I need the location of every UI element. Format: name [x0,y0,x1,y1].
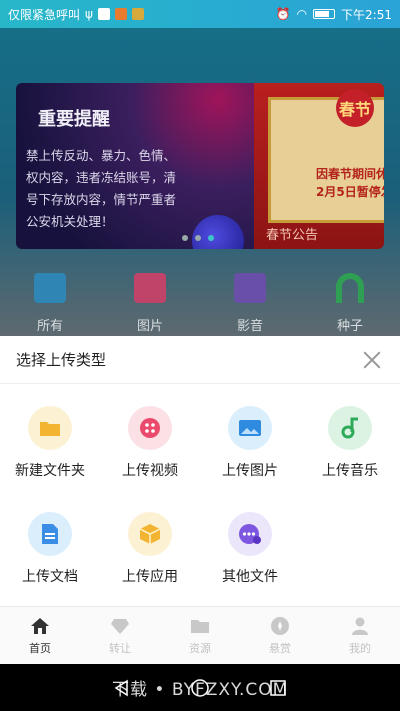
nav-transfer[interactable]: 转让 [80,607,160,664]
banner-title: 重要提醒 [38,109,110,130]
carousel-dot[interactable] [182,235,188,241]
home-circle-icon[interactable] [190,678,210,698]
status-left: 仅限紧急呼叫 ψ [8,6,144,23]
category-all[interactable]: 所有 [0,273,100,339]
user-icon [352,617,368,635]
carousel-dots [182,235,214,241]
carrier-text: 仅限紧急呼叫 [8,7,81,22]
announcement-banner[interactable]: 重要提醒 禁上传反动、暴力、色情、 权内容，违者冻结账号，清 号下存放内容，情节… [16,83,384,249]
play-icon [114,8,127,20]
banner-line: 权内容，违者冻结账号，清 [26,170,177,185]
reward-icon [271,616,289,635]
back-icon[interactable] [112,678,132,698]
category-images[interactable]: 图片 [100,273,200,339]
option-label: 其他文件 [222,569,278,585]
banner-line: 禁上传反动、暴力、色情、 [26,148,177,163]
system-nav-bar [0,664,400,711]
nav-label: 悬赏 [269,641,291,655]
upload-options-grid: 新建文件夹 上传视频 上传图片 上传音乐 上传文档 上传应用 其他文件 [0,384,400,618]
upload-app-option[interactable]: 上传应用 [100,512,200,618]
festival-badge: 春节 [336,89,374,127]
status-bar: 仅限紧急呼叫 ψ ⏰ ◠ 下午2:51 [0,0,400,28]
app-background: 重要提醒 禁上传反动、暴力、色情、 权内容，违者冻结账号，清 号下存放内容，情节… [0,28,400,336]
sheet-header: 选择上传类型 [0,336,400,384]
usb-icon: ψ [85,7,93,21]
nav-label: 转让 [109,641,131,655]
nav-resources[interactable]: 资源 [160,607,240,664]
battery-icon [313,9,336,19]
bottom-nav: 首页 转让 资源 悬赏 我的 [0,606,400,664]
home-icon [31,617,49,634]
option-label: 上传文档 [22,569,78,585]
category-label: 影音 [236,319,263,334]
upload-music-option[interactable]: 上传音乐 [300,406,400,512]
category-label: 所有 [36,319,63,334]
folder-icon [28,406,72,450]
category-media[interactable]: 影音 [200,273,300,339]
nav-reward[interactable]: 悬赏 [240,607,320,664]
banner-caption: 春节公告 [266,228,319,243]
alarm-icon: ⏰ [275,7,291,21]
banner-line: 号下存放内容，情节严重者 [26,192,177,207]
upload-image-option[interactable]: 上传图片 [200,406,300,512]
category-torrent[interactable]: 种子 [300,273,400,339]
category-label: 图片 [136,319,163,334]
diamond-icon [111,618,129,634]
notice-line: 因春节期间休 [316,167,384,181]
carousel-dot-active[interactable] [208,235,214,241]
torrent-icon [336,273,364,303]
option-label: 上传图片 [222,463,278,479]
option-label: 新建文件夹 [15,463,85,479]
status-right: ⏰ ◠ 下午2:51 [276,6,392,23]
folder-icon [191,619,209,633]
option-label: 上传视频 [122,463,178,479]
carousel-dot[interactable] [195,235,201,241]
option-label: 上传音乐 [322,463,378,479]
upload-document-option[interactable]: 上传文档 [0,512,100,618]
notification-icon [97,8,110,20]
app-box-icon [128,512,172,556]
option-label: 上传应用 [122,569,178,585]
upload-video-option[interactable]: 上传视频 [100,406,200,512]
recents-icon[interactable] [268,678,288,698]
sheet-title: 选择上传类型 [16,351,107,369]
new-folder-option[interactable]: 新建文件夹 [0,406,100,512]
nav-home[interactable]: 首页 [0,607,80,664]
close-icon[interactable] [360,348,384,372]
other-file-option[interactable]: 其他文件 [200,512,300,618]
nav-label: 资源 [189,641,211,655]
clock: 下午2:51 [341,7,392,22]
category-row: 所有 图片 影音 种子 [0,273,400,339]
image-icon [228,406,272,450]
wifi-icon: ◠ [296,7,308,21]
all-files-icon [34,273,66,303]
upload-type-sheet: 选择上传类型 新建文件夹 上传视频 上传图片 上传音乐 上传文档 上传应用 其他… [0,336,400,606]
music-icon [328,406,372,450]
app-icon [131,8,144,20]
video-camera-icon [234,273,266,303]
other-file-icon [228,512,272,556]
notice-line: 2月5日暂停发 [316,185,384,199]
video-icon [128,406,172,450]
category-label: 种子 [336,319,363,334]
image-icon [134,273,166,303]
warning-slide: 重要提醒 禁上传反动、暴力、色情、 权内容，违者冻结账号，清 号下存放内容，情节… [16,83,254,249]
nav-label: 首页 [29,641,51,655]
document-icon [28,512,72,556]
spring-festival-slide: 春节 因春节期间休 2月5日暂停发 春节公告 [254,83,384,249]
nav-profile[interactable]: 我的 [320,607,400,664]
nav-label: 我的 [349,641,371,655]
